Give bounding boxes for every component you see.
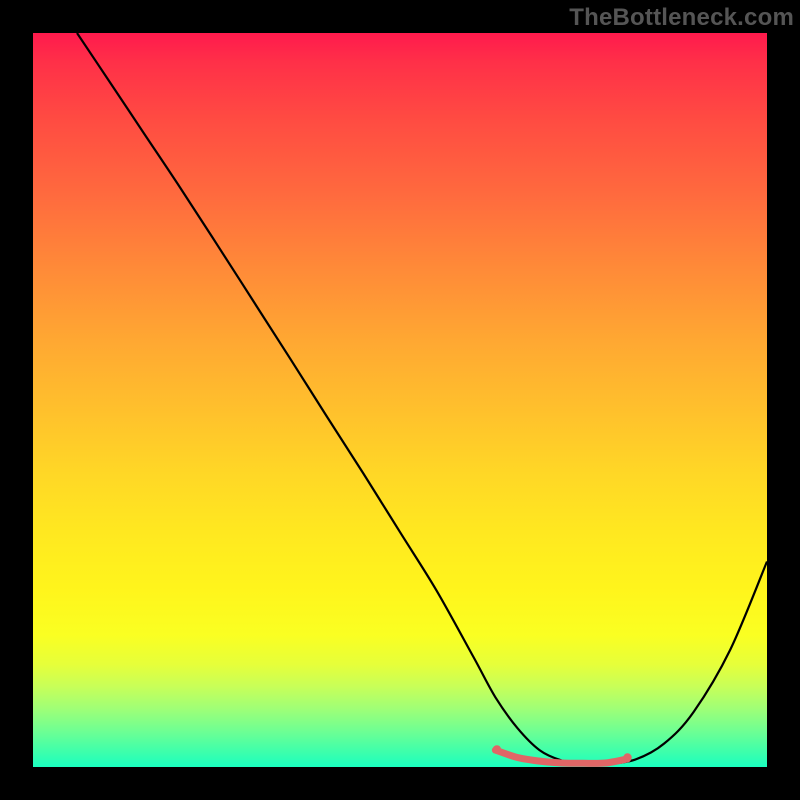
chart-frame: TheBottleneck.com: [0, 0, 800, 800]
highlight-marker-left: [493, 745, 501, 753]
curve-line: [77, 33, 767, 765]
chart-plot-area: [33, 33, 767, 767]
highlight-line: [495, 750, 627, 763]
chart-svg: [33, 33, 767, 767]
highlight-marker-right: [623, 753, 631, 761]
watermark-text: TheBottleneck.com: [569, 4, 794, 32]
